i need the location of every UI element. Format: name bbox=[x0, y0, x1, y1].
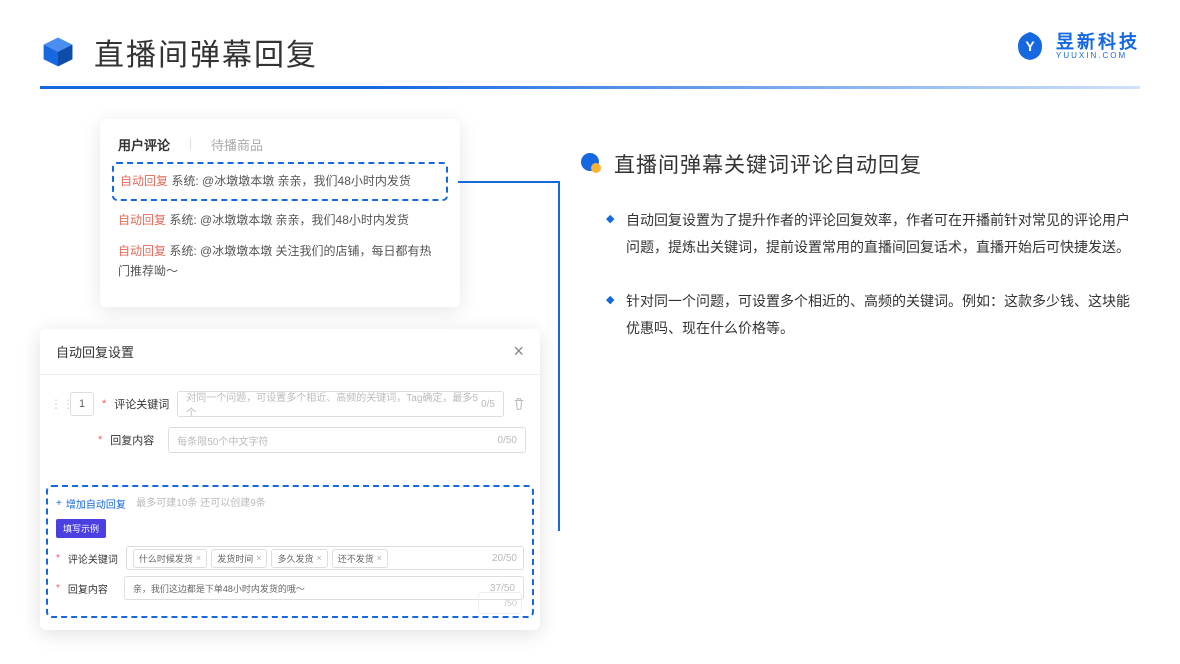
page-title: 直播间弹幕回复 bbox=[94, 30, 318, 74]
tag: 什么时候发货× bbox=[133, 549, 207, 568]
index-box: 1 bbox=[70, 392, 94, 416]
required-star: * bbox=[56, 583, 60, 594]
ex-content-text: 亲，我们这边都是下单48小时内发货的哦～ bbox=[133, 582, 305, 595]
tag-close-icon[interactable]: × bbox=[256, 553, 261, 563]
sys-label: 系统: bbox=[169, 244, 200, 258]
required-star: * bbox=[56, 553, 60, 564]
auto-reply-label: 自动回复 bbox=[118, 244, 166, 258]
ex-content-label: 回复内容 bbox=[68, 581, 116, 596]
bullet-point-2: 针对同一个问题，可设置多个相近的、高频的关键词。例如：这款多少钱、这块能优惠吗、… bbox=[610, 288, 1140, 341]
logo-icon: Y bbox=[1014, 30, 1046, 62]
plus-icon: + bbox=[56, 498, 62, 509]
placeholder-text: 对同一个问题，可设置多个相近、高频的关键词，Tag确定，最多5个 bbox=[186, 389, 481, 419]
tab-divider bbox=[190, 138, 191, 150]
keyword-input[interactable]: 对同一个问题，可设置多个相近、高频的关键词，Tag确定，最多5个 0/5 bbox=[177, 391, 504, 417]
auto-reply-label: 自动回复 bbox=[120, 174, 168, 188]
required-star: * bbox=[98, 434, 102, 446]
bullet-icon bbox=[580, 152, 602, 174]
brand-logo: Y 昱新科技 YUUXIN.COM bbox=[1014, 30, 1140, 62]
content-count: 0/50 bbox=[498, 435, 517, 446]
ex-content-input[interactable]: 亲，我们这边都是下单48小时内发货的哦～ 37/50 bbox=[124, 576, 524, 600]
logo-name: 昱新科技 bbox=[1056, 33, 1140, 51]
auto-reply-settings-panel: 自动回复设置 × ⋮⋮ 1 * 评论关键词 对同一个问题，可设置多个相近、高频的… bbox=[40, 329, 540, 630]
sys-label: 系统: bbox=[171, 174, 202, 188]
ex-keyword-label: 评论关键词 bbox=[68, 551, 118, 566]
tag-close-icon[interactable]: × bbox=[316, 553, 321, 563]
tag: 还不发货× bbox=[332, 549, 388, 568]
comment-text: @冰墩墩本墩 亲亲，我们48小时内发货 bbox=[200, 213, 409, 227]
add-auto-reply-link[interactable]: + 增加自动回复 bbox=[56, 496, 126, 511]
placeholder-text: 每条限50个中文字符 bbox=[177, 433, 268, 448]
connector-line-h bbox=[458, 181, 558, 183]
sys-label: 系统: bbox=[169, 213, 200, 227]
example-highlight: + 增加自动回复 最多可建10条 还可以创建9条 填写示例 * 评论关键词 什么… bbox=[46, 485, 534, 618]
content-label: 回复内容 bbox=[110, 432, 160, 448]
logo-domain: YUUXIN.COM bbox=[1056, 51, 1140, 60]
highlighted-comment: 自动回复 系统: @冰墩墩本墩 亲亲，我们48小时内发货 bbox=[112, 162, 448, 201]
section-title: 直播间弹幕关键词评论自动回复 bbox=[614, 149, 922, 179]
connector-line-v bbox=[558, 181, 560, 531]
comments-panel: 用户评论 待播商品 自动回复 系统: @冰墩墩本墩 亲亲，我们48小时内发货 自… bbox=[100, 119, 460, 307]
delete-icon[interactable] bbox=[512, 397, 526, 411]
comment-text: @冰墩墩本墩 亲亲，我们48小时内发货 bbox=[202, 174, 411, 188]
ex-keyword-tags[interactable]: 什么时候发货× 发货时间× 多久发货× 还不发货× 20/50 bbox=[126, 546, 524, 570]
keyword-label: 评论关键词 bbox=[114, 396, 169, 412]
ex-kw-count: 20/50 bbox=[492, 553, 517, 564]
svg-text:Y: Y bbox=[1025, 38, 1035, 54]
tab-pending-products[interactable]: 待播商品 bbox=[211, 135, 263, 154]
tag: 多久发货× bbox=[271, 549, 327, 568]
content-input[interactable]: 每条限50个中文字符 0/50 bbox=[168, 427, 526, 453]
close-icon[interactable]: × bbox=[513, 341, 524, 362]
cube-icon bbox=[40, 34, 76, 70]
tag-close-icon[interactable]: × bbox=[196, 553, 201, 563]
keyword-count: 0/5 bbox=[481, 399, 495, 410]
bullet-point-1: 自动回复设置为了提升作者的评论回复效率，作者可在开播前针对常见的评论用户问题，提… bbox=[610, 207, 1140, 260]
tag: 发货时间× bbox=[211, 549, 267, 568]
ghost-count: /50 bbox=[478, 592, 522, 614]
comment-text: @冰墩墩本墩 关注我们的店铺，每日都有热门推荐呦～ bbox=[118, 244, 432, 277]
add-hint: 最多可建10条 还可以创建9条 bbox=[136, 498, 265, 509]
tag-close-icon[interactable]: × bbox=[377, 553, 382, 563]
required-star: * bbox=[102, 398, 106, 410]
tab-user-comments[interactable]: 用户评论 bbox=[118, 135, 170, 154]
panel-title: 自动回复设置 bbox=[56, 342, 134, 361]
example-badge: 填写示例 bbox=[56, 519, 106, 538]
auto-reply-label: 自动回复 bbox=[118, 213, 166, 227]
drag-handle-icon[interactable]: ⋮⋮ bbox=[50, 397, 62, 411]
